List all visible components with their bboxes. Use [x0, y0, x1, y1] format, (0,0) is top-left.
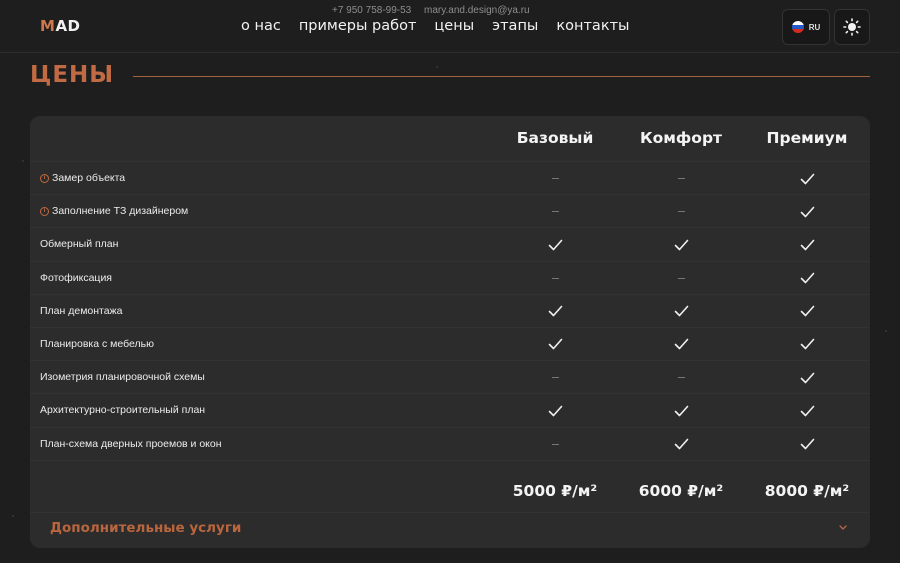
nav-item-contacts[interactable]: контакты — [556, 18, 629, 34]
check-icon — [747, 162, 867, 195]
dash-icon — [495, 195, 615, 228]
feature-label: Планировка с мебелью — [40, 338, 154, 350]
price-basic: 5000 ₽/м² — [512, 482, 598, 500]
feature-label-text: Замер объекта — [52, 172, 126, 184]
feature-label-text: Планировка с мебелью — [40, 337, 154, 350]
feature-label: Обмерный план — [40, 238, 118, 250]
check-icon — [747, 195, 867, 228]
section-title: ЦЕНЫ — [30, 62, 115, 88]
check-icon — [747, 262, 867, 295]
check-icon — [621, 328, 741, 361]
pricing-row: Архитектурно-строительный план — [30, 394, 870, 428]
check-icon — [747, 394, 867, 427]
background-dot — [12, 515, 14, 517]
nav-item-about[interactable]: о нас — [241, 18, 281, 34]
price-premium: 8000 ₽/м² — [764, 482, 850, 500]
nav-item-prices[interactable]: цены — [434, 18, 474, 34]
additional-services-label: Дополнительные услуги — [50, 520, 242, 536]
check-icon — [621, 394, 741, 427]
sun-icon — [843, 18, 861, 36]
logo-text: AD — [55, 17, 81, 35]
main-nav: о нас примеры работ цены этапы контакты — [241, 18, 629, 34]
pricing-rows: i Замер объекта i Заполнение ТЗ дизайнером О… — [30, 162, 870, 461]
check-icon — [495, 394, 615, 427]
check-icon — [747, 295, 867, 328]
feature-label: План демонтажа — [40, 305, 122, 317]
language-label: RU — [808, 22, 821, 32]
feature-label: Архитектурно-строительный план — [40, 404, 205, 416]
pricing-row: План демонтажа — [30, 295, 870, 328]
site-header: MAD +7 950 758-99-53 mary.and.design@ya.… — [0, 0, 900, 53]
logo[interactable]: MAD — [40, 17, 81, 35]
feature-label: План-схема дверных проемов и окон — [40, 438, 222, 450]
header-contacts: +7 950 758-99-53 mary.and.design@ya.ru — [332, 5, 530, 16]
info-icon[interactable]: i — [40, 206, 49, 216]
background-dot — [436, 66, 438, 68]
feature-label: Изометрия планировочной схемы — [40, 371, 205, 383]
check-icon — [621, 295, 741, 328]
title-divider — [133, 76, 870, 77]
feature-label: i Замер объекта — [40, 172, 125, 184]
dash-icon — [495, 428, 615, 461]
plan-header-comfort: Комфорт — [639, 129, 723, 147]
pricing-row: i Заполнение ТЗ дизайнером — [30, 195, 870, 229]
email-link[interactable]: mary.and.design@ya.ru — [424, 5, 530, 16]
russia-flag-icon — [791, 21, 804, 33]
dash-icon — [495, 162, 615, 195]
background-dot — [22, 160, 24, 162]
check-icon — [747, 428, 867, 461]
feature-label-text: Изометрия планировочной схемы — [40, 371, 205, 384]
background-dot — [885, 330, 887, 332]
pricing-row: i Замер объекта — [30, 162, 870, 196]
pricing-header-row: Базовый Комфорт Премиум — [30, 116, 870, 162]
pricing-row: Фотофиксация — [30, 262, 870, 295]
feature-label-text: Фотофиксация — [40, 271, 112, 284]
pricing-row: Планировка с мебелью — [30, 328, 870, 362]
feature-label-text: Обмерный план — [40, 238, 119, 251]
info-icon[interactable]: i — [40, 173, 49, 183]
dash-icon — [495, 262, 615, 295]
plan-header-premium: Премиум — [766, 129, 848, 147]
dash-icon — [621, 262, 741, 295]
feature-label-text: План демонтажа — [40, 304, 123, 317]
price-comfort: 6000 ₽/м² — [638, 482, 724, 500]
price-row: 5000 ₽/м² 6000 ₽/м² 8000 ₽/м² — [30, 468, 870, 513]
feature-label: Фотофиксация — [40, 272, 112, 284]
nav-item-stages[interactable]: этапы — [492, 18, 538, 34]
check-icon — [495, 228, 615, 261]
feature-label: i Заполнение ТЗ дизайнером — [40, 205, 188, 217]
check-icon — [621, 228, 741, 261]
phone-link[interactable]: +7 950 758-99-53 — [332, 5, 411, 16]
nav-item-portfolio[interactable]: примеры работ — [299, 18, 417, 34]
feature-label-text: План-схема дверных проемов и окон — [40, 437, 222, 450]
chevron-down-icon — [839, 525, 847, 530]
check-icon — [495, 295, 615, 328]
plan-header-basic: Базовый — [516, 129, 594, 147]
check-icon — [747, 228, 867, 261]
feature-label-text: Архитектурно-строительный план — [40, 404, 206, 417]
logo-accent-letter: M — [40, 17, 56, 35]
check-icon — [747, 328, 867, 361]
check-icon — [495, 328, 615, 361]
pricing-row: Обмерный план — [30, 228, 870, 262]
dash-icon — [621, 361, 741, 394]
dash-icon — [621, 162, 741, 195]
pricing-table: Базовый Комфорт Премиум i Замер объекта i З… — [30, 116, 870, 548]
pricing-row: Изометрия планировочной схемы — [30, 361, 870, 395]
language-switcher[interactable]: RU — [782, 9, 830, 45]
check-icon — [747, 361, 867, 394]
pricing-row: План-схема дверных проемов и окон — [30, 428, 870, 461]
theme-toggle-button[interactable] — [834, 9, 870, 45]
dash-icon — [495, 361, 615, 394]
feature-label-text: Заполнение ТЗ дизайнером — [52, 205, 189, 218]
additional-services-toggle[interactable]: Дополнительные услуги — [30, 513, 870, 548]
check-icon — [621, 428, 741, 461]
dash-icon — [621, 195, 741, 228]
